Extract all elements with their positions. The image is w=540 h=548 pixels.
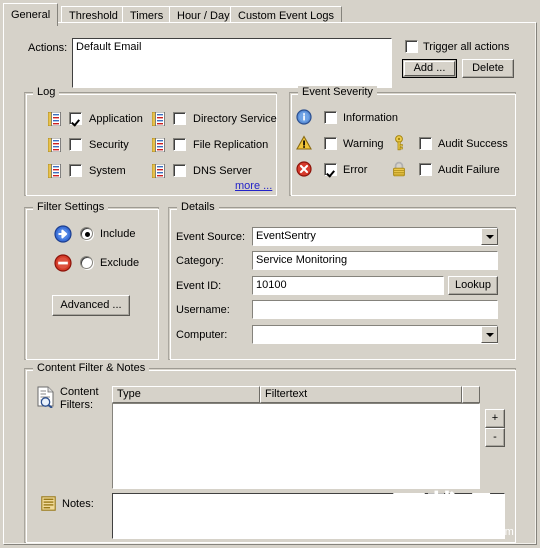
severity-checkbox-warning[interactable] [324, 137, 337, 150]
remove-content-filter-button[interactable]: - [485, 428, 505, 447]
username-label: Username: [176, 304, 230, 316]
severity-label-audit-failure: Audit Failure [438, 164, 500, 176]
log-checkbox-application[interactable] [69, 112, 82, 125]
severity-checkbox-audit-success[interactable] [419, 137, 432, 150]
padlock-icon [393, 161, 405, 177]
log-checkbox-dns-server[interactable] [173, 164, 186, 177]
list-item[interactable]: Default Email [76, 41, 391, 53]
event-log-filter-dialog: General Threshold Timers Hour / Day Cust… [0, 0, 540, 548]
details-group-title: Details [177, 201, 219, 213]
notes-label: Notes: [62, 498, 94, 510]
notes-input[interactable] [112, 493, 505, 539]
content-filters-table-header: Type Filtertext [112, 386, 480, 403]
severity-checkbox-audit-failure[interactable] [419, 163, 432, 176]
event-log-icon [152, 138, 165, 152]
log-label-system: System [89, 165, 126, 177]
log-label-file-replication: File Replication [193, 139, 269, 151]
log-group-title: Log [33, 86, 60, 98]
filter-label-exclude: Exclude [100, 257, 140, 269]
event-id-value: 10100 [256, 279, 287, 291]
category-value: Service Monitoring [256, 254, 348, 266]
log-label-dns-server: DNS Server [193, 165, 252, 177]
column-header-filtertext[interactable]: Filtertext [260, 386, 462, 403]
log-checkbox-directory-service[interactable] [173, 112, 186, 125]
event-severity-group-title: Event Severity [298, 86, 377, 98]
add-content-filter-label: + [491, 412, 499, 424]
severity-checkbox-error[interactable] [324, 163, 337, 176]
event-source-dropdown-button[interactable] [481, 228, 498, 245]
tab-label: General [11, 9, 51, 21]
content-filters-label-line2: Filters: [60, 399, 93, 411]
delete-action-button[interactable]: Delete [462, 59, 514, 78]
event-log-icon [48, 138, 61, 152]
filter-label-include: Include [100, 228, 136, 240]
content-filter-notes-group-title: Content Filter & Notes [33, 362, 150, 374]
event-source-label: Event Source: [176, 231, 246, 243]
lookup-button[interactable]: Lookup [448, 276, 498, 295]
error-icon [296, 161, 312, 177]
event-log-icon [48, 164, 61, 178]
event-source-combo[interactable]: EventSentry [252, 227, 498, 246]
general-tab-panel: Actions: Default Email Trigger all actio… [3, 22, 537, 545]
key-icon [395, 135, 403, 151]
warning-icon [296, 135, 312, 150]
trigger-all-actions-checkbox[interactable] [405, 40, 418, 53]
severity-label-audit-success: Audit Success [438, 138, 508, 150]
document-search-icon [37, 386, 54, 408]
log-label-application: Application [89, 113, 143, 125]
red-minus-icon [54, 254, 72, 272]
log-more-link[interactable]: more ... [235, 180, 272, 192]
tab-label: Timers [130, 10, 164, 22]
log-label-security: Security [89, 139, 129, 151]
tab-label: Hour / Day [177, 10, 230, 22]
category-input[interactable]: Service Monitoring [252, 251, 498, 270]
actions-label: Actions: [28, 42, 68, 54]
log-checkbox-security[interactable] [69, 138, 82, 151]
notes-icon [41, 496, 56, 511]
event-log-icon [152, 112, 165, 126]
category-label: Category: [176, 255, 224, 267]
computer-label: Computer: [176, 329, 228, 341]
event-log-icon [48, 112, 61, 126]
blue-arrow-icon [54, 225, 72, 243]
log-checkbox-system[interactable] [69, 164, 82, 177]
event-source-value: EventSentry [256, 230, 316, 242]
lookup-button-label: Lookup [454, 279, 492, 291]
event-log-icon [152, 164, 165, 178]
advanced-button[interactable]: Advanced ... [52, 295, 130, 316]
filter-radio-exclude[interactable] [80, 256, 93, 269]
computer-combo[interactable] [252, 325, 498, 344]
add-content-filter-button[interactable]: + [485, 409, 505, 428]
computer-dropdown-button[interactable] [481, 326, 498, 343]
advanced-button-label: Advanced ... [60, 299, 122, 311]
trigger-all-actions-label: Trigger all actions [423, 41, 510, 53]
severity-label-error: Error [343, 164, 368, 176]
content-filters-label-line1: Content [60, 386, 99, 398]
severity-label-information: Information [343, 112, 399, 124]
delete-action-label: Delete [472, 62, 504, 74]
information-icon [296, 109, 312, 125]
event-id-label: Event ID: [176, 280, 222, 292]
column-header-blank[interactable] [462, 386, 480, 403]
filter-radio-include[interactable] [80, 227, 93, 240]
severity-checkbox-information[interactable] [324, 111, 337, 124]
tab-general[interactable]: General [3, 3, 59, 26]
chevron-down-icon [485, 234, 494, 239]
severity-label-warning: Warning [343, 138, 384, 150]
tab-label: Custom Event Logs [238, 10, 334, 22]
filter-settings-group-title: Filter Settings [33, 201, 109, 213]
chevron-down-icon [485, 332, 494, 337]
actions-list[interactable]: Default Email [72, 38, 392, 88]
content-filters-table-body[interactable] [112, 403, 480, 489]
add-action-button[interactable]: Add ... [402, 59, 457, 78]
log-label-directory-service: Directory Service [193, 113, 277, 125]
column-header-type[interactable]: Type [112, 386, 260, 403]
remove-content-filter-label: - [493, 431, 497, 443]
event-id-input[interactable]: 10100 [252, 276, 444, 295]
tab-label: Threshold [69, 10, 118, 22]
username-input[interactable] [252, 300, 498, 319]
log-checkbox-file-replication[interactable] [173, 138, 186, 151]
